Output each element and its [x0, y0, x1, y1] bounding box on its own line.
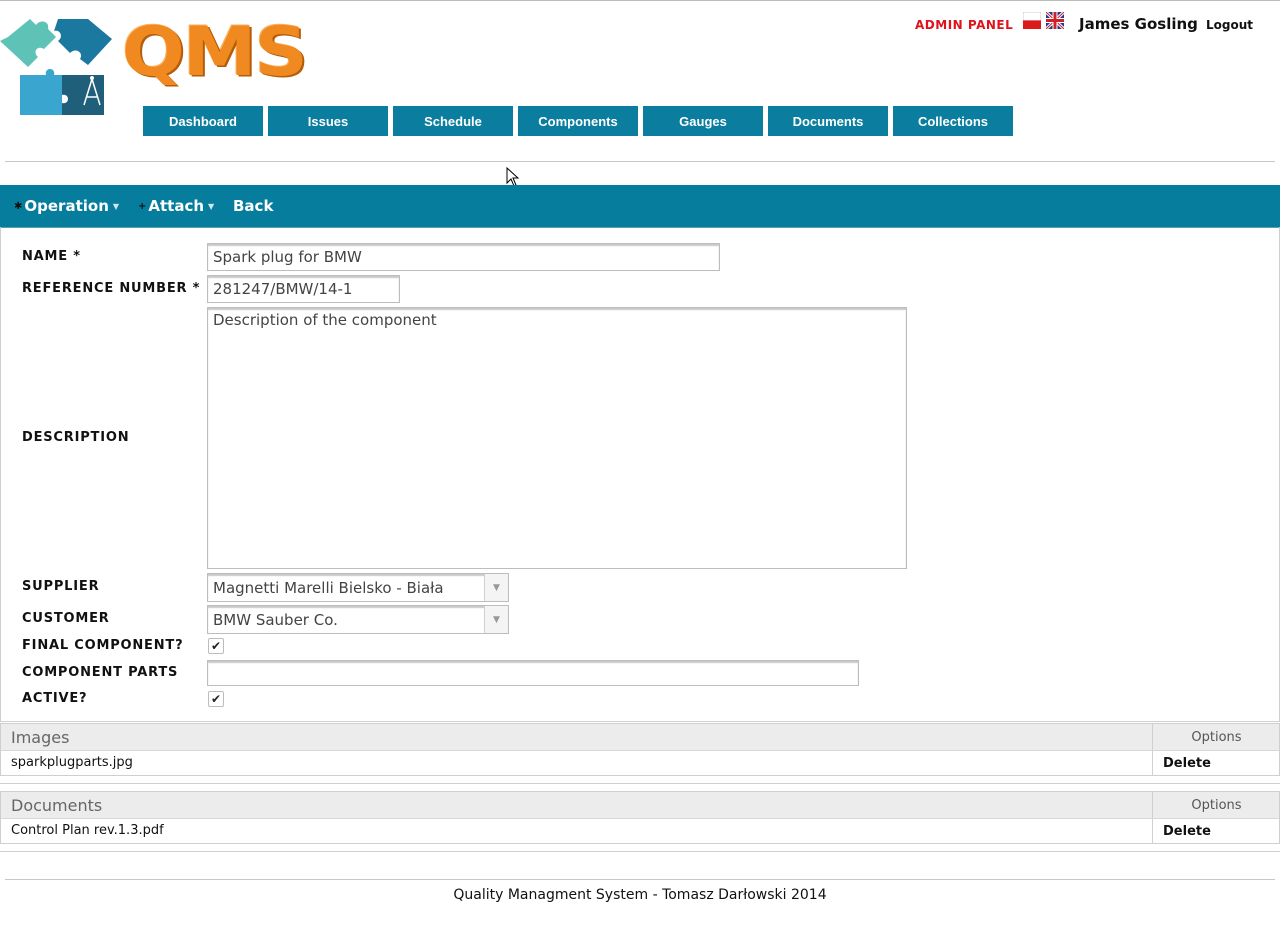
final-component-label: FINAL COMPONENT?: [22, 638, 184, 653]
images-title: Images: [11, 728, 70, 747]
delete-image-button[interactable]: Delete: [1152, 751, 1279, 775]
nav-gauges[interactable]: Gauges: [643, 106, 763, 136]
component-parts-input[interactable]: [207, 660, 859, 686]
options-header: Options: [1152, 792, 1280, 818]
gear-icon: ✱: [14, 200, 23, 212]
nav-issues[interactable]: Issues: [268, 106, 388, 136]
action-toolbar: ✱ Operation ▼ + Attach ▼ Back: [0, 185, 1280, 228]
chevron-down-icon[interactable]: ▼: [484, 574, 508, 601]
name-input[interactable]: [207, 243, 720, 271]
images-table-header: Images Options: [1, 724, 1279, 751]
images-table: Images Options sparkplugparts.jpg Delete: [0, 723, 1280, 776]
logout-link[interactable]: Logout: [1206, 18, 1253, 32]
caret-down-icon: ▼: [112, 201, 120, 211]
attach-menu[interactable]: + Attach ▼: [138, 197, 214, 215]
qms-logo[interactable]: QMS: [0, 9, 308, 117]
chevron-down-icon[interactable]: ▼: [484, 606, 508, 633]
nav-components[interactable]: Components: [518, 106, 638, 136]
supplier-select[interactable]: Magnetti Marelli Bielsko - Biała ▼: [207, 573, 509, 602]
nav-dashboard[interactable]: Dashboard: [143, 106, 263, 136]
documents-table: Documents Options Control Plan rev.1.3.p…: [0, 791, 1280, 844]
image-file-name[interactable]: sparkplugparts.jpg: [11, 755, 133, 770]
reference-number-input[interactable]: [207, 275, 400, 303]
description-textarea[interactable]: Description of the component: [207, 307, 907, 569]
puzzle-logo-icon: [0, 19, 112, 115]
user-name: James Gosling: [1079, 15, 1198, 33]
documents-table-header: Documents Options: [1, 792, 1279, 819]
admin-panel-link[interactable]: ADMIN PANEL: [915, 18, 1013, 32]
nav-documents[interactable]: Documents: [768, 106, 888, 136]
delete-document-button[interactable]: Delete: [1152, 819, 1279, 843]
checkmark-icon: ✔: [210, 692, 222, 706]
attach-label: Attach: [148, 197, 205, 215]
operation-menu[interactable]: ✱ Operation ▼: [14, 197, 119, 215]
checkmark-icon: ✔: [210, 639, 222, 653]
qms-logo-text: QMS: [122, 12, 308, 92]
nav-schedule[interactable]: Schedule: [393, 106, 513, 136]
active-checkbox[interactable]: ✔: [208, 691, 224, 707]
uk-flag-icon[interactable]: [1044, 10, 1066, 31]
caret-down-icon: ▼: [208, 201, 215, 211]
customer-label: CUSTOMER: [22, 611, 110, 626]
component-parts-label: COMPONENT PARTS: [22, 665, 179, 680]
section-divider: [0, 851, 1280, 852]
description-label: DESCRIPTION: [22, 430, 130, 445]
options-header: Options: [1152, 724, 1280, 750]
polish-flag-icon[interactable]: [1022, 11, 1042, 29]
main-nav: Dashboard Issues Schedule Components Gau…: [143, 106, 1013, 136]
customer-select[interactable]: BMW Sauber Co. ▼: [207, 605, 509, 634]
header-divider: [5, 161, 1275, 162]
reference-number-label: REFERENCE NUMBER *: [22, 281, 201, 296]
nav-collections[interactable]: Collections: [893, 106, 1013, 136]
documents-title: Documents: [11, 796, 103, 815]
section-divider: [0, 783, 1280, 784]
back-button[interactable]: Back: [233, 197, 273, 215]
document-file-name[interactable]: Control Plan rev.1.3.pdf: [11, 823, 164, 838]
final-component-checkbox[interactable]: ✔: [208, 638, 224, 654]
supplier-label: SUPPLIER: [22, 579, 100, 594]
active-label: ACTIVE?: [22, 691, 88, 706]
name-label: NAME *: [22, 249, 81, 264]
supplier-value: Magnetti Marelli Bielsko - Biała: [213, 578, 444, 597]
customer-value: BMW Sauber Co.: [213, 610, 338, 629]
operation-label: Operation: [24, 197, 109, 215]
footer-divider: [5, 879, 1275, 880]
table-row: Control Plan rev.1.3.pdf Delete: [1, 819, 1279, 843]
footer-text: Quality Managment System - Tomasz Darłow…: [453, 887, 827, 903]
table-row: sparkplugparts.jpg Delete: [1, 751, 1279, 775]
plus-icon: +: [138, 200, 147, 212]
mouse-cursor-icon: [506, 167, 520, 187]
